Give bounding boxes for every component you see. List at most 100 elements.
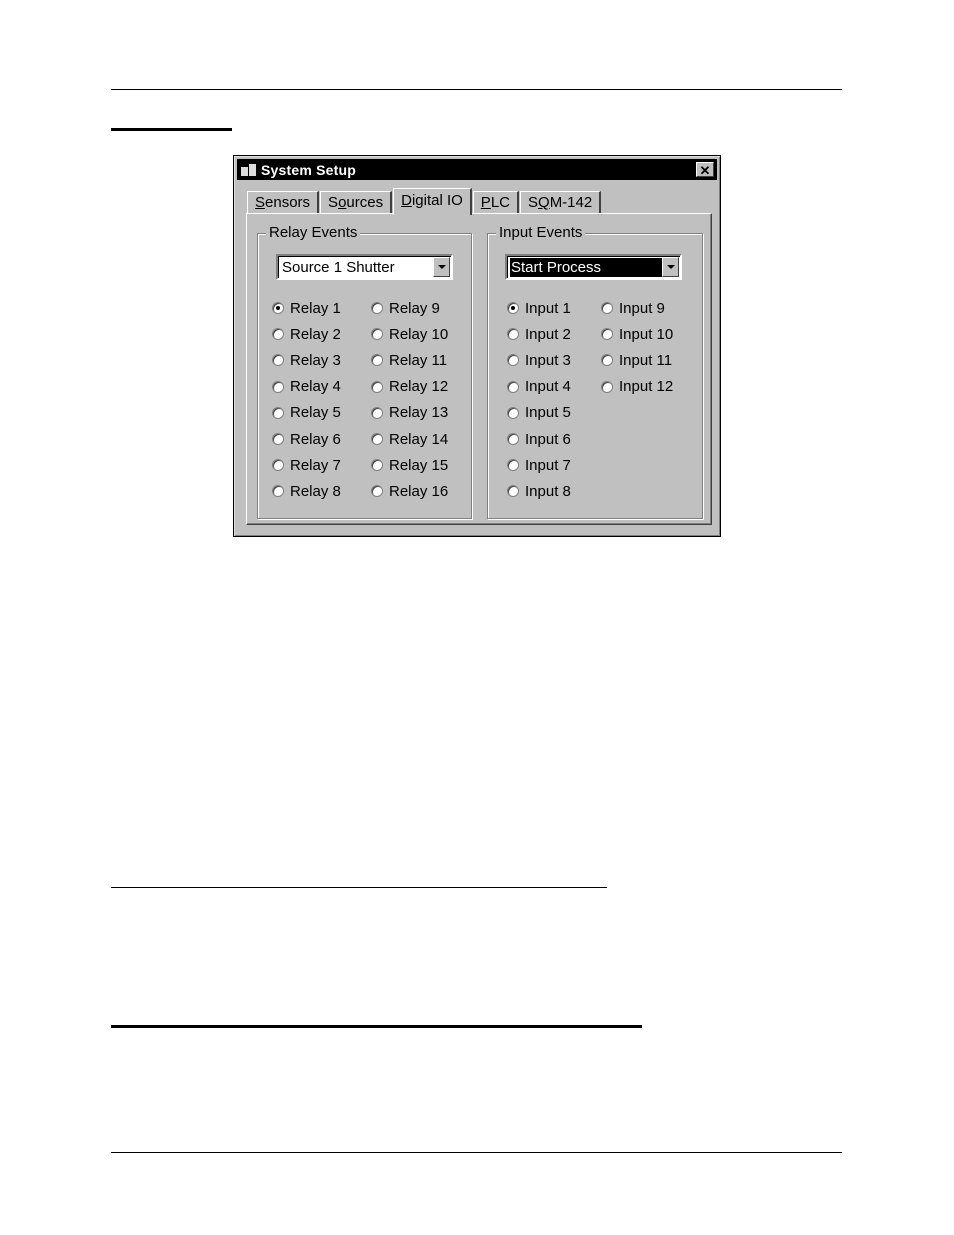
input-radio-label: Input 4 xyxy=(525,378,571,396)
input-radio-label: Input 3 xyxy=(525,351,571,369)
input-radio-label: Input 5 xyxy=(525,404,571,422)
radio-button-icon[interactable] xyxy=(601,328,613,341)
radio-button-icon[interactable] xyxy=(272,459,284,472)
relay-radio-9[interactable]: Relay 9 xyxy=(371,298,440,318)
radio-button-icon[interactable] xyxy=(371,459,383,472)
radio-button-icon[interactable] xyxy=(507,328,519,341)
relay-radio-3[interactable]: Relay 3 xyxy=(272,350,341,370)
relay-radio-label: Relay 16 xyxy=(389,482,449,500)
input-radio-5[interactable]: Input 5 xyxy=(507,403,571,423)
app-icon xyxy=(241,163,257,177)
close-icon: ✕ xyxy=(699,163,711,178)
radio-button-icon[interactable] xyxy=(371,485,383,498)
radio-button-icon[interactable] xyxy=(507,485,519,498)
radio-button-icon[interactable] xyxy=(371,328,383,341)
input-event-value: Start Process xyxy=(509,257,663,278)
input-radio-label: Input 2 xyxy=(525,325,571,343)
title-bar[interactable]: System Setup ✕ xyxy=(237,159,717,180)
radio-button-icon[interactable] xyxy=(507,433,519,445)
tab-sensors[interactable]: Sensors xyxy=(247,191,320,214)
radio-button-icon[interactable] xyxy=(601,380,613,393)
radio-button-icon[interactable] xyxy=(601,302,613,314)
relay-radio-label: Relay 8 xyxy=(290,482,341,500)
radio-button-icon[interactable] xyxy=(371,302,383,314)
radio-button-icon[interactable] xyxy=(371,380,383,393)
input-radio-label: Input 12 xyxy=(619,378,674,396)
input-radio-7[interactable]: Input 7 xyxy=(507,455,571,475)
radio-button-icon[interactable] xyxy=(507,380,519,393)
footer-rule xyxy=(111,1152,842,1153)
relay-radio-15[interactable]: Relay 15 xyxy=(371,455,448,475)
input-radio-1[interactable]: Input 1 xyxy=(507,298,571,318)
input-radio-9[interactable]: Input 9 xyxy=(601,298,665,318)
radio-button-icon[interactable] xyxy=(272,406,284,419)
tab-sources[interactable]: Sources xyxy=(320,191,393,214)
chevron-down-icon[interactable] xyxy=(662,257,679,277)
relay-radio-label: Relay 3 xyxy=(290,351,341,369)
input-radio-11[interactable]: Input 11 xyxy=(601,350,672,370)
relay-radio-12[interactable]: Relay 12 xyxy=(371,377,448,397)
relay-radio-8[interactable]: Relay 8 xyxy=(272,481,341,501)
relay-radio-label: Relay 13 xyxy=(389,404,449,422)
input-radio-10[interactable]: Input 10 xyxy=(601,324,673,344)
relay-radio-10[interactable]: Relay 10 xyxy=(371,324,448,344)
input-events-group: Input Events Start Process Input 1 Input … xyxy=(487,224,703,519)
relay-radio-label: Relay 10 xyxy=(389,325,449,343)
radio-button-icon[interactable] xyxy=(272,302,284,314)
radio-button-icon[interactable] xyxy=(272,433,284,445)
tab-digital-io[interactable]: Digital IO xyxy=(393,188,472,215)
relay-event-select[interactable]: Source 1 Shutter xyxy=(276,254,453,280)
relay-radio-label: Relay 1 xyxy=(290,299,341,317)
section-heading-underline xyxy=(111,887,607,888)
relay-radio-label: Relay 9 xyxy=(389,299,440,317)
input-radio-label: Input 11 xyxy=(619,351,673,369)
radio-button-icon[interactable] xyxy=(272,354,284,367)
radio-button-icon[interactable] xyxy=(272,328,284,341)
relay-radio-4[interactable]: Relay 4 xyxy=(272,377,341,397)
radio-button-icon[interactable] xyxy=(507,302,519,314)
relay-radio-label: Relay 11 xyxy=(389,351,448,369)
input-radio-8[interactable]: Input 8 xyxy=(507,481,571,501)
radio-button-icon[interactable] xyxy=(507,406,519,419)
relay-radio-label: Relay 6 xyxy=(290,430,341,448)
tab-plc[interactable]: PLC xyxy=(472,191,519,214)
input-event-select[interactable]: Start Process xyxy=(505,254,682,280)
input-radio-2[interactable]: Input 2 xyxy=(507,324,571,344)
relay-radio-13[interactable]: Relay 13 xyxy=(371,403,448,423)
radio-button-icon[interactable] xyxy=(272,485,284,498)
input-radio-3[interactable]: Input 3 xyxy=(507,350,571,370)
input-radio-label: Input 6 xyxy=(525,430,571,448)
chevron-down-icon[interactable] xyxy=(433,257,450,277)
section-heading-underline xyxy=(111,128,232,131)
input-radio-6[interactable]: Input 6 xyxy=(507,429,571,449)
relay-radio-16[interactable]: Relay 16 xyxy=(371,481,448,501)
input-radio-label: Input 9 xyxy=(619,299,665,317)
relay-radio-11[interactable]: Relay 11 xyxy=(371,350,447,370)
radio-button-icon[interactable] xyxy=(371,433,383,445)
input-radio-label: Input 8 xyxy=(525,482,571,500)
relay-radio-7[interactable]: Relay 7 xyxy=(272,455,341,475)
radio-button-icon[interactable] xyxy=(272,380,284,393)
radio-button-icon[interactable] xyxy=(601,354,613,367)
digital-io-panel: Relay Events Source 1 Shutter Relay 1 Rel… xyxy=(246,213,712,525)
relay-radio-label: Relay 5 xyxy=(290,404,341,422)
input-radio-12[interactable]: Input 12 xyxy=(601,377,673,397)
relay-radio-5[interactable]: Relay 5 xyxy=(272,403,341,423)
relay-radio-14[interactable]: Relay 14 xyxy=(371,429,448,449)
tab-sqm-142[interactable]: SQM-142 xyxy=(520,191,602,214)
relay-radio-1[interactable]: Relay 1 xyxy=(272,298,341,318)
radio-button-icon[interactable] xyxy=(371,406,383,419)
relay-radio-label: Relay 4 xyxy=(290,378,341,396)
relay-radio-6[interactable]: Relay 6 xyxy=(272,429,341,449)
relay-radio-2[interactable]: Relay 2 xyxy=(272,324,341,344)
radio-button-icon[interactable] xyxy=(507,354,519,367)
radio-button-icon[interactable] xyxy=(371,354,383,367)
close-button[interactable]: ✕ xyxy=(696,162,714,178)
input-radio-label: Input 1 xyxy=(525,299,571,317)
relay-radio-label: Relay 12 xyxy=(389,378,449,396)
relay-radio-label: Relay 15 xyxy=(389,456,449,474)
input-radio-label: Input 10 xyxy=(619,325,674,343)
input-radio-4[interactable]: Input 4 xyxy=(507,377,571,397)
radio-button-icon[interactable] xyxy=(507,459,519,472)
relay-radio-label: Relay 14 xyxy=(389,430,449,448)
